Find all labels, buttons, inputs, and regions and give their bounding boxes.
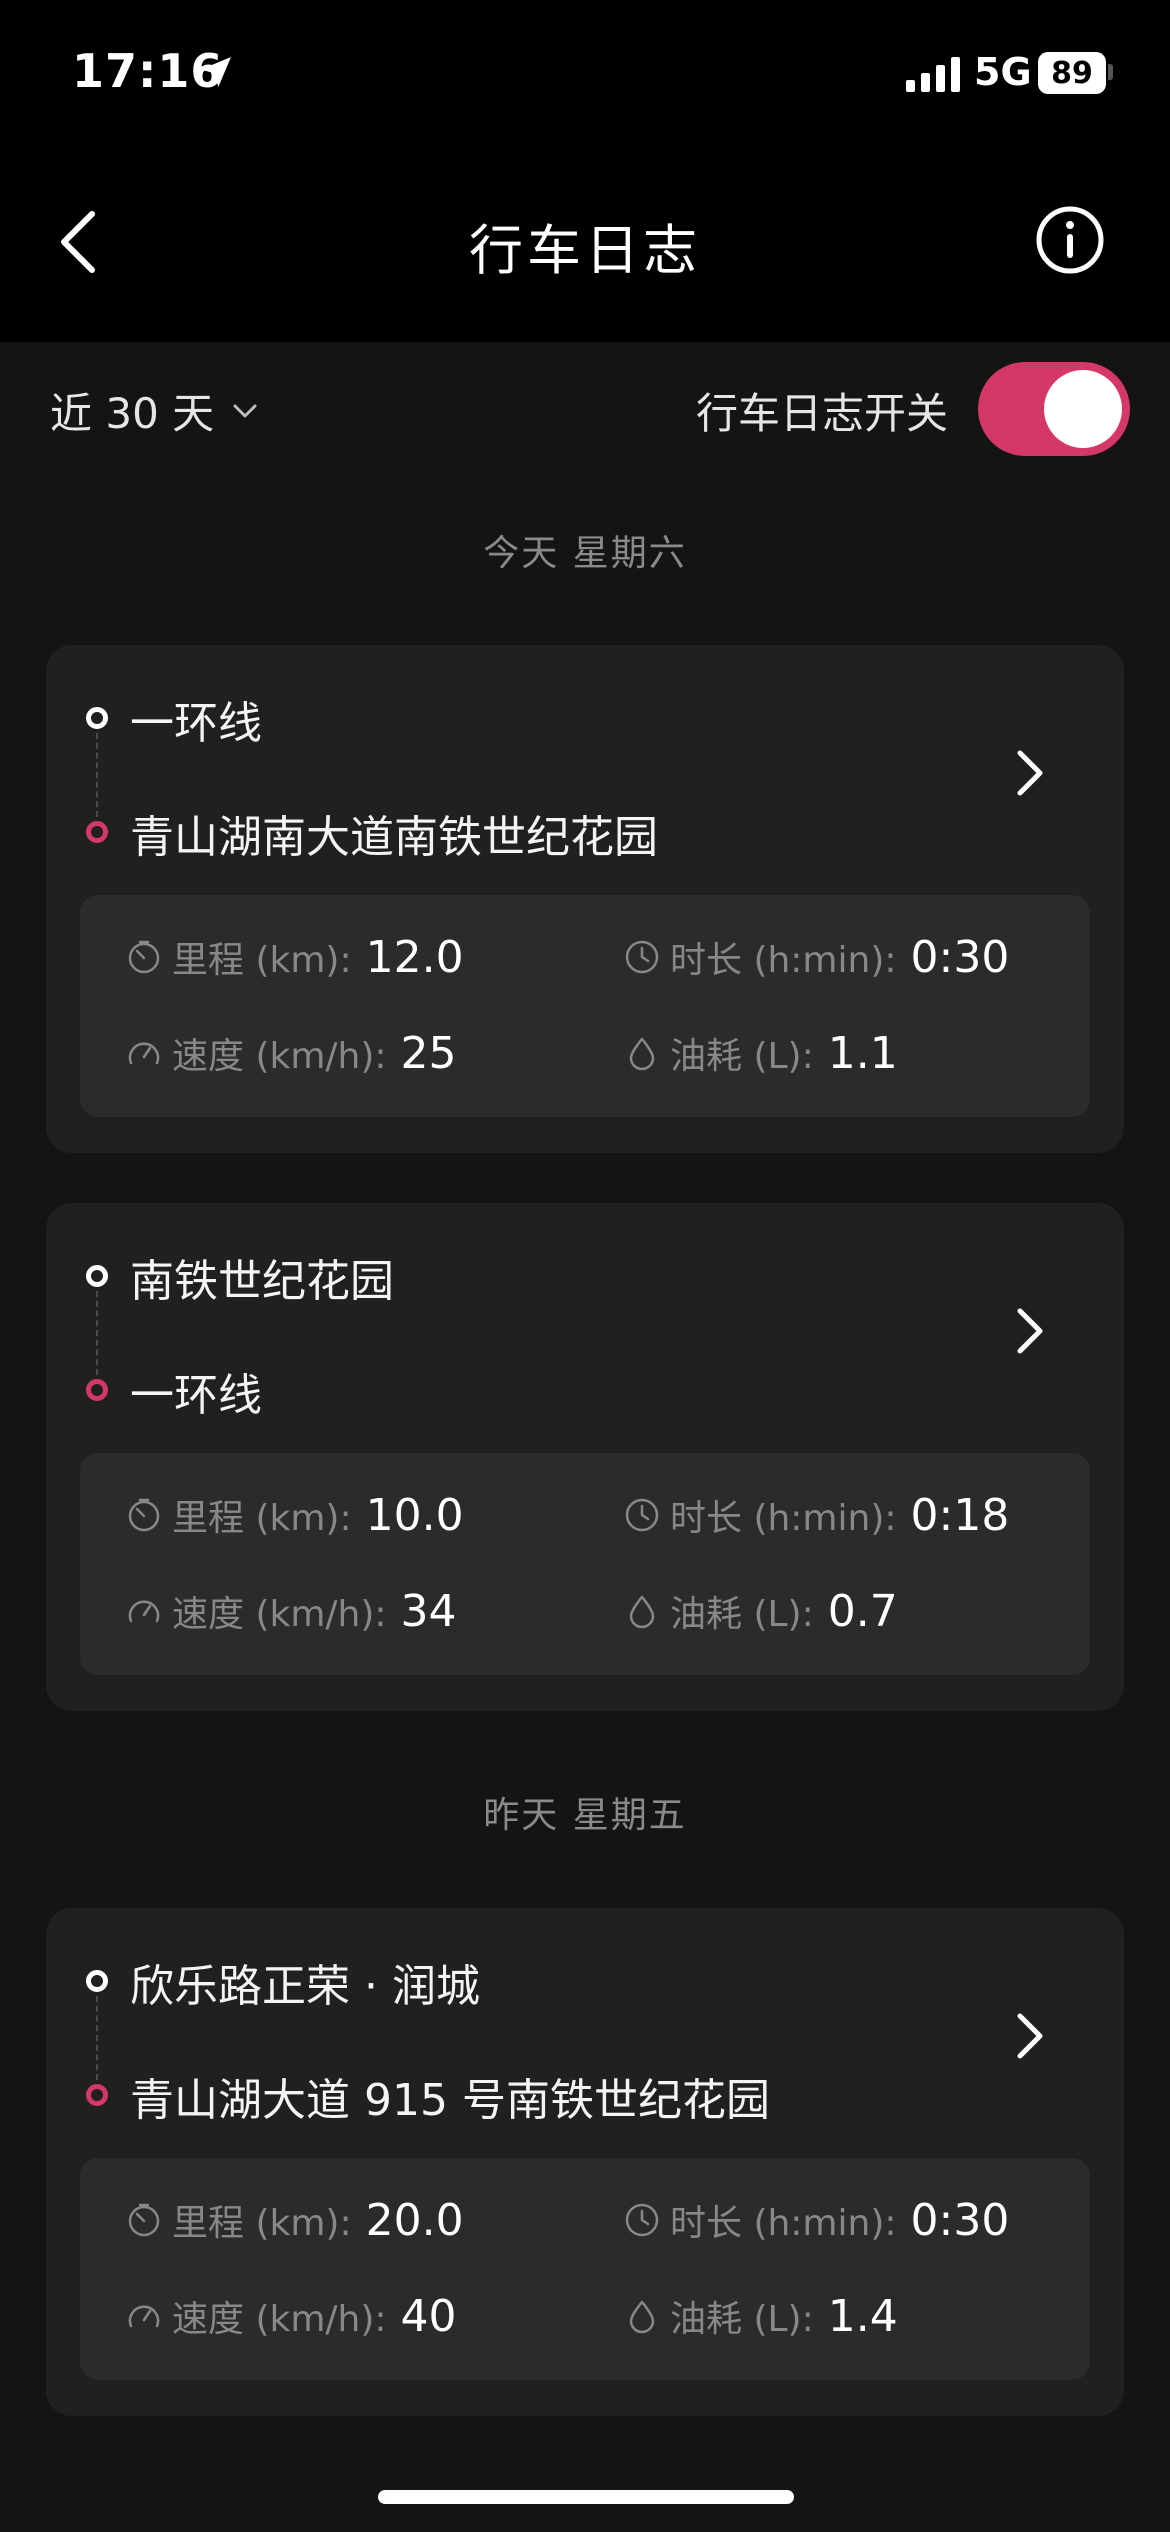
location-arrow-icon (201, 57, 231, 87)
day-header: 今天 星期六 (483, 533, 687, 574)
trip-card[interactable]: 欣乐路正荣 · 润城 青山湖大道 915 号南铁世纪花园 里程 (km): 20… (46, 1908, 1124, 2416)
end-point-icon (86, 1379, 108, 1401)
signal-bars-icon (906, 57, 960, 92)
trip-card[interactable]: 南铁世纪花园 一环线 里程 (km): 10.0 时长 (h:min): 0:1… (46, 1203, 1124, 1711)
duration-value: 0:30 (910, 2195, 1010, 2246)
fuel-value: 1.4 (827, 2291, 898, 2342)
page-title: 行车日志 (469, 219, 701, 282)
speedometer-icon (128, 1042, 160, 1065)
speed-value: 25 (400, 1028, 457, 1079)
route-connector (96, 1291, 98, 1375)
clock-icon (625, 1498, 659, 1532)
trip-route: 一环线 青山湖南大道南铁世纪花园 (86, 687, 986, 863)
route-connector (96, 1996, 98, 2080)
trip-start-location: 一环线 (130, 698, 262, 749)
fuel-drop-icon (629, 1037, 655, 1071)
trip-stats: 里程 (km): 20.0 时长 (h:min): 0:30 速度 (km/h)… (80, 2158, 1090, 2380)
start-point-icon (86, 1265, 108, 1287)
distance-value: 12.0 (365, 932, 464, 983)
speed-value: 34 (400, 1586, 457, 1637)
stat-fuel: 油耗 (L): 0.7 (624, 1585, 898, 1637)
route-connector (96, 733, 98, 817)
trip-end-location: 一环线 (130, 1370, 262, 1421)
trip-route: 南铁世纪花园 一环线 (86, 1245, 986, 1421)
clock-icon (625, 940, 659, 974)
duration-value: 0:30 (910, 932, 1010, 983)
speedometer-icon (128, 1600, 160, 1623)
nav-bar: 行车日志 (0, 150, 1170, 342)
distance-value: 10.0 (365, 1490, 464, 1541)
fuel-value: 1.1 (827, 1028, 898, 1079)
stat-speed: 速度 (km/h): 40 (126, 2290, 457, 2342)
fuel-drop-icon (629, 2300, 655, 2334)
stat-duration: 时长 (h:min): 0:30 (624, 931, 1009, 983)
distance-clock-icon (128, 1498, 160, 1532)
end-point-icon (86, 2084, 108, 2106)
home-indicator[interactable] (378, 2490, 794, 2504)
trip-stats: 里程 (km): 10.0 时长 (h:min): 0:18 速度 (km/h)… (80, 1453, 1090, 1675)
battery-level: 89 (1051, 55, 1093, 91)
trip-card[interactable]: 一环线 青山湖南大道南铁世纪花园 里程 (km): 12.0 时长 (h:min… (46, 645, 1124, 1153)
fuel-drop-icon (629, 1595, 655, 1629)
stat-distance: 里程 (km): 12.0 (126, 931, 464, 983)
stat-distance: 里程 (km): 10.0 (126, 1489, 464, 1541)
stat-duration: 时长 (h:min): 0:30 (624, 2194, 1009, 2246)
trip-start-location: 欣乐路正荣 · 润城 (130, 1961, 480, 2012)
stat-distance: 里程 (km): 20.0 (126, 2194, 464, 2246)
filter-row: 近 30 天 行车日志开关 (0, 342, 1170, 472)
network-type: 5G (974, 50, 1032, 94)
status-bar: 17:16 5G 89 (0, 0, 1170, 150)
trip-end-location: 青山湖大道 915 号南铁世纪花园 (130, 2075, 770, 2126)
info-icon[interactable] (1034, 204, 1106, 276)
speed-value: 40 (400, 2291, 457, 2342)
trip-stats: 里程 (km): 12.0 时长 (h:min): 0:30 速度 (km/h)… (80, 895, 1090, 1117)
duration-value: 0:18 (910, 1490, 1010, 1541)
battery-tip (1108, 64, 1113, 80)
stat-duration: 时长 (h:min): 0:18 (624, 1489, 1009, 1541)
clock-icon (625, 2203, 659, 2237)
battery-icon: 89 (1038, 52, 1106, 94)
distance-clock-icon (128, 2203, 160, 2237)
drive-log-toggle[interactable] (978, 362, 1130, 456)
stat-speed: 速度 (km/h): 34 (126, 1585, 457, 1637)
trip-start-location: 南铁世纪花园 (130, 1256, 394, 1307)
chevron-right-icon (1017, 750, 1043, 796)
distance-clock-icon (128, 940, 160, 974)
end-point-icon (86, 821, 108, 843)
stat-fuel: 油耗 (L): 1.4 (624, 2290, 898, 2342)
chevron-down-icon (233, 404, 257, 417)
date-range-label: 近 30 天 (50, 389, 215, 438)
distance-value: 20.0 (365, 2195, 464, 2246)
chevron-right-icon (1017, 2013, 1043, 2059)
toggle-knob (1044, 370, 1122, 448)
trip-route: 欣乐路正荣 · 润城 青山湖大道 915 号南铁世纪花园 (86, 1950, 986, 2126)
start-point-icon (86, 707, 108, 729)
stat-speed: 速度 (km/h): 25 (126, 1027, 457, 1079)
day-header: 昨天 星期五 (483, 1795, 687, 1836)
start-point-icon (86, 1970, 108, 1992)
speedometer-icon (128, 2305, 160, 2328)
chevron-right-icon (1017, 1308, 1043, 1354)
fuel-value: 0.7 (827, 1586, 898, 1637)
date-range-dropdown[interactable]: 近 30 天 (50, 380, 262, 441)
drive-log-toggle-label: 行车日志开关 (696, 389, 949, 438)
trip-end-location: 青山湖南大道南铁世纪花园 (130, 812, 658, 863)
stat-fuel: 油耗 (L): 1.1 (624, 1027, 898, 1079)
